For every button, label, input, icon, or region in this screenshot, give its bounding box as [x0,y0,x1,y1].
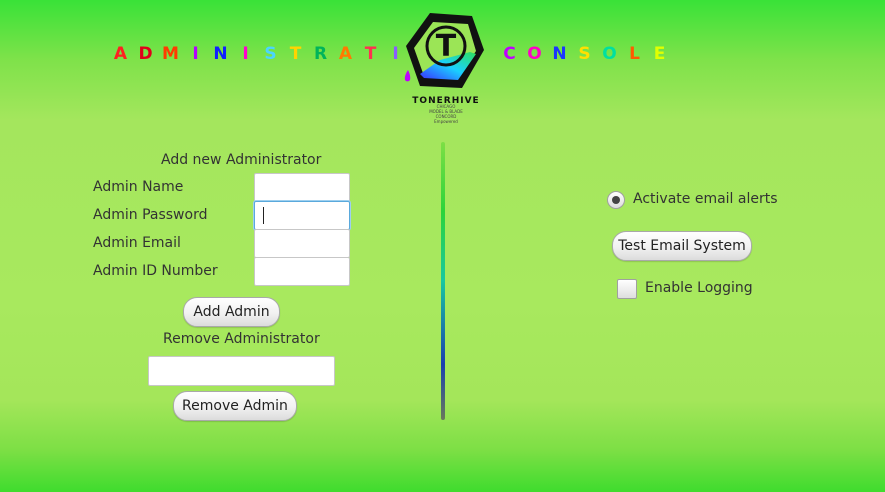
remove-admin-input[interactable] [148,356,335,386]
admin-name-label: Admin Name [93,179,184,195]
admin-password-label: Admin Password [93,207,208,223]
logo-hexagon-icon: T [404,13,484,88]
title-left-letter: R [313,44,328,64]
title-left-letter: T [364,44,377,64]
email-alerts-label: Activate email alerts [633,191,778,207]
title-left-letter: I [192,44,199,64]
test-email-system-button[interactable]: Test Email System [612,231,752,261]
title-right-letter: O [602,44,617,64]
svg-text:T: T [436,29,457,64]
admin-name-input[interactable] [254,173,350,202]
admin-id-input[interactable] [254,257,350,286]
title-left-letter: A [113,44,128,64]
title-right-letter: L [629,44,640,64]
title-console: CONSOLE [497,44,672,64]
logo-small-line-4: Empowered [434,119,458,124]
vertical-divider [441,142,445,420]
title-left-letter: M [162,44,179,64]
title-right-letter: O [527,44,542,64]
admin-email-label: Admin Email [93,235,181,251]
title-left-letter: N [213,44,228,64]
admin-password-input[interactable] [254,201,350,230]
title-left-letter: T [289,44,302,64]
radio-selected-dot [612,196,620,204]
title-right-letter: E [653,44,666,64]
title-left-letter: A [338,44,353,64]
text-caret [263,207,264,224]
admin-id-label: Admin ID Number [93,263,218,279]
admin-email-input[interactable] [254,229,350,258]
title-right-letter: C [503,44,516,64]
title-left-letter: D [138,44,153,64]
enable-logging-checkbox[interactable] [617,279,637,299]
remove-admin-heading: Remove Administrator [163,331,320,347]
tonerhive-logo: T TONERHIVE CHICAGO MODEL & BLADE CONCOR… [400,8,492,126]
add-admin-heading: Add new Administrator [161,152,322,168]
title-left-letter: S [264,44,277,64]
email-alerts-radio[interactable] [607,191,625,209]
title-right-letter: S [578,44,591,64]
add-admin-button[interactable]: Add Admin [183,297,280,327]
title-left-letter: I [242,44,249,64]
enable-logging-label: Enable Logging [645,280,753,296]
remove-admin-button[interactable]: Remove Admin [173,391,297,421]
title-right-letter: N [552,44,567,64]
